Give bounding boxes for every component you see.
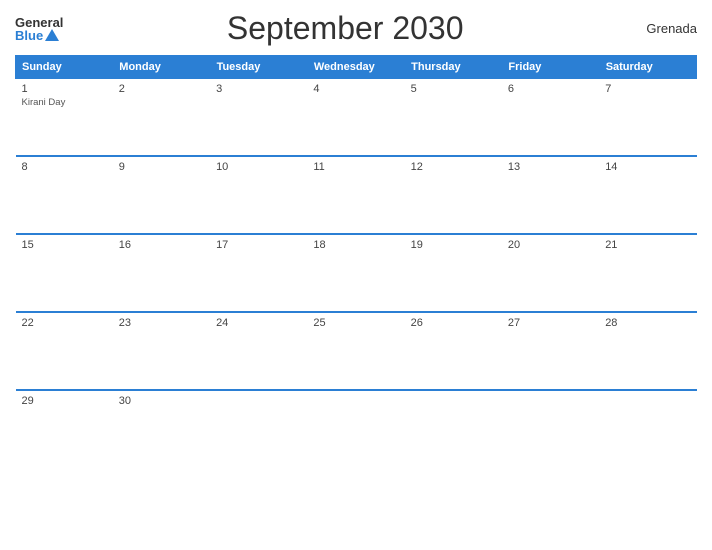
day-number: 25: [313, 317, 398, 329]
table-row: 24: [210, 312, 307, 390]
day-number: 14: [605, 161, 690, 173]
table-row: 6: [502, 78, 599, 156]
week-row-1: 1 Kirani Day 234 567: [16, 78, 697, 156]
table-row: 23: [113, 312, 210, 390]
table-row: 22: [16, 312, 113, 390]
table-row: [405, 390, 502, 458]
table-row: 16: [113, 234, 210, 312]
holiday-label: Kirani Day: [22, 97, 107, 108]
day-number: 17: [216, 239, 301, 251]
table-row: 1 Kirani Day: [16, 78, 113, 156]
day-number: 26: [411, 317, 496, 329]
week-row-3: 15 16 17 18 19 20 21: [16, 234, 697, 312]
table-row: 7: [599, 78, 696, 156]
day-number: 11: [313, 161, 398, 173]
table-row: [210, 390, 307, 458]
logo-general-text: General: [15, 16, 63, 29]
header-saturday: Saturday: [599, 56, 696, 78]
table-row: 28: [599, 312, 696, 390]
table-row: 9: [113, 156, 210, 234]
calendar-container: General Blue September 2030 Grenada Sund…: [0, 0, 712, 550]
day-number: 2: [119, 83, 204, 95]
calendar-title: September 2030: [63, 10, 627, 47]
table-row: 10: [210, 156, 307, 234]
table-row: 14: [599, 156, 696, 234]
table-row: 13: [502, 156, 599, 234]
table-row: 8: [16, 156, 113, 234]
table-row: 2: [113, 78, 210, 156]
day-number: 5: [411, 83, 496, 95]
table-row: 5: [405, 78, 502, 156]
day-number: 28: [605, 317, 690, 329]
day-number: 13: [508, 161, 593, 173]
table-row: 15: [16, 234, 113, 312]
table-row: [599, 390, 696, 458]
table-row: 3: [210, 78, 307, 156]
logo: General Blue: [15, 16, 63, 42]
header-friday: Friday: [502, 56, 599, 78]
week-row-5: 29 30: [16, 390, 697, 458]
header-thursday: Thursday: [405, 56, 502, 78]
table-row: 27: [502, 312, 599, 390]
day-number: 7: [605, 83, 690, 95]
day-number: 10: [216, 161, 301, 173]
table-row: 25: [307, 312, 404, 390]
day-number: 4: [313, 83, 398, 95]
header-monday: Monday: [113, 56, 210, 78]
day-number: 23: [119, 317, 204, 329]
logo-blue-row: Blue: [15, 29, 59, 42]
table-row: 17: [210, 234, 307, 312]
table-row: 19: [405, 234, 502, 312]
day-number: 3: [216, 83, 301, 95]
day-number: 20: [508, 239, 593, 251]
table-row: 26: [405, 312, 502, 390]
logo-triangle-icon: [45, 29, 59, 41]
header-sunday: Sunday: [16, 56, 113, 78]
table-row: 30: [113, 390, 210, 458]
day-number: 12: [411, 161, 496, 173]
calendar-table: Sunday Monday Tuesday Wednesday Thursday…: [15, 55, 697, 458]
day-number: 16: [119, 239, 204, 251]
country-name: Grenada: [627, 21, 697, 36]
header-tuesday: Tuesday: [210, 56, 307, 78]
table-row: [502, 390, 599, 458]
day-number: 9: [119, 161, 204, 173]
day-number: 18: [313, 239, 398, 251]
calendar-header: General Blue September 2030 Grenada: [15, 10, 697, 47]
week-row-4: 22 23 24 25 26 27 28: [16, 312, 697, 390]
day-number: 21: [605, 239, 690, 251]
table-row: 29: [16, 390, 113, 458]
weekday-header-row: Sunday Monday Tuesday Wednesday Thursday…: [16, 56, 697, 78]
day-number: 24: [216, 317, 301, 329]
day-number: 6: [508, 83, 593, 95]
day-number: 1: [22, 83, 107, 95]
header-wednesday: Wednesday: [307, 56, 404, 78]
table-row: 21: [599, 234, 696, 312]
table-row: 12: [405, 156, 502, 234]
day-number: 29: [22, 395, 107, 407]
day-number: 30: [119, 395, 204, 407]
table-row: 20: [502, 234, 599, 312]
day-number: 15: [22, 239, 107, 251]
table-row: 4: [307, 78, 404, 156]
day-number: 22: [22, 317, 107, 329]
table-row: 18: [307, 234, 404, 312]
table-row: 11: [307, 156, 404, 234]
day-number: 8: [22, 161, 107, 173]
week-row-2: 89 10 11 12 13 14: [16, 156, 697, 234]
day-number: 19: [411, 239, 496, 251]
table-row: [307, 390, 404, 458]
day-number: 27: [508, 317, 593, 329]
logo-blue-text: Blue: [15, 29, 43, 42]
